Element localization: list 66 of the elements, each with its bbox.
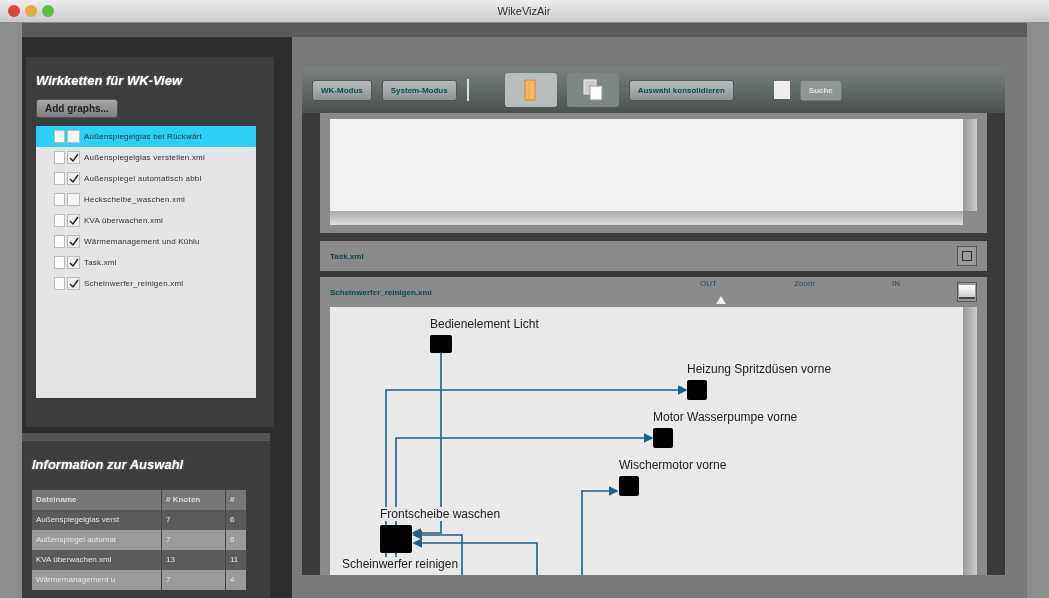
- checkbox[interactable]: [67, 193, 80, 206]
- file-list-item[interactable]: Task.xml: [36, 252, 256, 273]
- document-icon: [54, 172, 65, 185]
- minimize-button[interactable]: [25, 5, 37, 17]
- small-field[interactable]: [773, 81, 790, 99]
- node-label: Motor Wasserpumpe vorne: [653, 410, 798, 424]
- file-list-item[interactable]: Wärmemanagement und Kühlu: [36, 231, 256, 252]
- node-label: Bedienelement Licht: [430, 317, 539, 331]
- scrollbar[interactable]: [330, 211, 963, 225]
- window-title: WikeVizAir: [496, 5, 552, 17]
- table-cell: Wärmemanagement u: [32, 570, 162, 590]
- node-block[interactable]: [619, 476, 639, 496]
- document-icon: [54, 151, 65, 164]
- checkbox[interactable]: [67, 172, 80, 185]
- node-block[interactable]: [687, 380, 707, 400]
- toolbar-button[interactable]: System-Modus: [381, 79, 457, 101]
- add-graphs-button[interactable]: Add graphs...: [36, 99, 118, 118]
- pane-title: Task.xml: [330, 251, 364, 261]
- zoom-button[interactable]: [42, 5, 54, 17]
- checkbox[interactable]: [67, 214, 80, 227]
- toolbar-icon-button[interactable]: [566, 73, 619, 107]
- file-list-item[interactable]: Außenspiegel automatisch abbl: [36, 168, 256, 189]
- pane-title: Scheinwerfer_reinigen.xml: [330, 287, 432, 297]
- column-header[interactable]: #: [226, 490, 246, 510]
- document-icon: [54, 214, 65, 227]
- file-list-item[interactable]: KVA überwachen.xml: [36, 210, 256, 231]
- node-label: Wischermotor vorne: [619, 458, 727, 472]
- table-cell: 7: [162, 570, 226, 590]
- toolbar-icon-button[interactable]: [504, 73, 557, 107]
- zoom-label: IN: [892, 279, 900, 288]
- file-list-item[interactable]: Scheinwerfer_reinigen.xml: [36, 273, 256, 294]
- node-label: Scheinwerfer reinigen: [342, 557, 459, 571]
- node-label: Heizung Spritzdüsen vorne: [687, 362, 832, 376]
- zoom-label: Zoom: [794, 279, 815, 288]
- collapse-button[interactable]: [957, 282, 977, 302]
- node-block[interactable]: [380, 525, 412, 553]
- document-icon: [54, 130, 65, 143]
- file-list-item[interactable]: Außenspiegelglas verstellen.xml: [36, 147, 256, 168]
- document-icon: [54, 193, 65, 206]
- file-list-item[interactable]: Heckscheibe_waschen.xml: [36, 189, 256, 210]
- scrollbar[interactable]: [963, 119, 977, 211]
- pages-icon: [581, 78, 604, 102]
- close-button[interactable]: [8, 5, 20, 17]
- table-cell-text: 11: [229, 554, 240, 566]
- panel-title: Wirkketten für WK-View: [36, 72, 184, 90]
- checkbox[interactable]: [67, 235, 80, 248]
- document-icon: [54, 235, 65, 248]
- checkbox[interactable]: [67, 256, 80, 269]
- zoom-label: OUT: [700, 279, 717, 288]
- node-label: Frontscheibe waschen: [380, 507, 501, 521]
- expand-button[interactable]: [957, 246, 977, 266]
- toolbar-button[interactable]: WK-Modus: [312, 79, 372, 101]
- file-list-item[interactable]: Außenspiegelglas bei Rückwärt: [36, 126, 256, 147]
- checkbox[interactable]: [67, 277, 80, 290]
- checkbox[interactable]: [67, 151, 80, 164]
- table-cell-text: 6: [229, 534, 236, 546]
- scrollbar[interactable]: [963, 307, 977, 575]
- document-icon: [54, 256, 65, 269]
- checkbox[interactable]: [67, 130, 80, 143]
- node-block[interactable]: [430, 335, 452, 353]
- table-cell-text: 6: [229, 514, 236, 526]
- document-icon: [54, 277, 65, 290]
- table-cell-text: 4: [229, 574, 236, 586]
- toolbar-button[interactable]: Auswahl konsolidieren: [628, 79, 734, 101]
- panel-title: Information zur Auswahl: [32, 456, 185, 474]
- node-block[interactable]: [653, 428, 673, 448]
